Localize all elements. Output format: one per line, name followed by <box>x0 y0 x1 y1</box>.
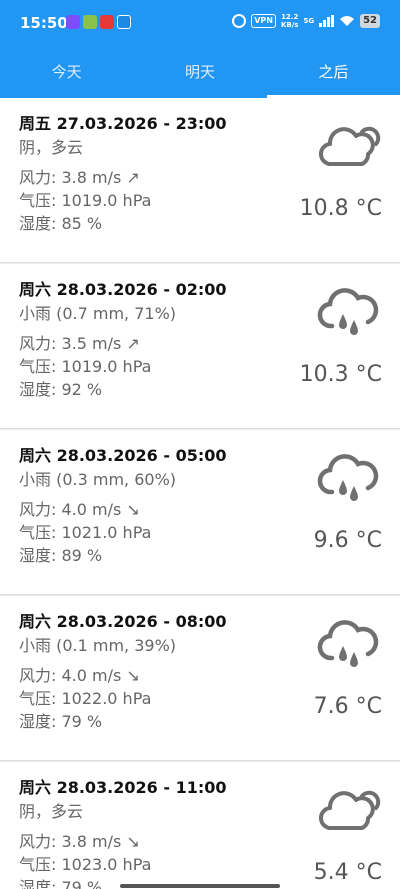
rain-cloud-icon <box>316 452 384 502</box>
cloud-icon <box>316 784 384 834</box>
forecast-humidity: 湿度: 79 % <box>19 878 103 889</box>
forecast-wind: 风力: 4.0 m/s ↘ <box>19 666 140 685</box>
forecast-item[interactable]: 周六 28.03.2026 - 08:00 小雨 (0.1 mm, 39%) 风… <box>0 596 400 761</box>
forecast-datetime: 周六 28.03.2026 - 02:00 <box>19 280 227 299</box>
wifi-icon <box>340 16 355 26</box>
forecast-list[interactable]: 周五 27.03.2026 - 23:00 阴，多云 风力: 3.8 m/s ↗… <box>0 98 400 889</box>
speed-unit: KB/s <box>280 21 299 29</box>
app-notification-icon <box>66 15 80 29</box>
home-indicator[interactable] <box>120 884 280 888</box>
tab-0[interactable]: 今天 <box>0 46 133 98</box>
forecast-temperature: 10.8 °C <box>299 196 382 221</box>
app-notification-icon <box>100 15 114 29</box>
forecast-temperature: 9.6 °C <box>313 528 382 553</box>
tab-1[interactable]: 明天 <box>133 46 266 98</box>
battery-icon: 52 <box>360 14 380 28</box>
forecast-condition: 小雨 (0.1 mm, 39%) <box>19 636 177 655</box>
app-notification-icon <box>117 15 131 29</box>
forecast-wind: 风力: 3.5 m/s ↗ <box>19 334 140 353</box>
forecast-condition: 小雨 (0.3 mm, 60%) <box>19 470 177 489</box>
notification-icons <box>66 15 131 29</box>
forecast-pressure: 气压: 1021.0 hPa <box>19 523 152 542</box>
forecast-temperature: 5.4 °C <box>313 860 382 885</box>
app-notification-icon <box>83 15 97 29</box>
forecast-datetime: 周六 28.03.2026 - 11:00 <box>19 778 227 797</box>
forecast-humidity: 湿度: 79 % <box>19 712 103 731</box>
forecast-wind: 风力: 4.0 m/s ↘ <box>19 500 140 519</box>
forecast-humidity: 湿度: 92 % <box>19 380 103 399</box>
tab-2[interactable]: 之后 <box>266 46 400 98</box>
forecast-item[interactable]: 周六 28.03.2026 - 11:00 阴，多云 风力: 3.8 m/s ↘… <box>0 762 400 889</box>
status-time: 15:50 <box>20 14 68 32</box>
forecast-pressure: 气压: 1023.0 hPa <box>19 855 152 874</box>
speed-value: 12.2 <box>281 13 299 21</box>
alarm-icon <box>232 14 247 28</box>
vpn-badge: VPN <box>251 14 276 28</box>
tab-bar: 今天 明天 之后 <box>0 46 400 98</box>
forecast-datetime: 周五 27.03.2026 - 23:00 <box>19 114 227 133</box>
rain-cloud-icon <box>316 286 384 336</box>
forecast-datetime: 周六 28.03.2026 - 05:00 <box>19 446 227 465</box>
forecast-pressure: 气压: 1019.0 hPa <box>19 357 152 376</box>
forecast-pressure: 气压: 1022.0 hPa <box>19 689 152 708</box>
network-type: 5G <box>303 17 315 25</box>
system-icons: VPN 12.2 KB/s 5G 52 <box>232 13 380 29</box>
forecast-condition: 阴，多云 <box>19 802 84 821</box>
signal-icon <box>319 15 335 27</box>
forecast-temperature: 10.3 °C <box>299 362 382 387</box>
status-bar: 15:50 VPN 12.2 KB/s 5G 52 <box>0 0 400 46</box>
forecast-pressure: 气压: 1019.0 hPa <box>19 191 152 210</box>
network-speed: 12.2 KB/s <box>281 13 298 29</box>
forecast-wind: 风力: 3.8 m/s ↘ <box>19 832 140 851</box>
forecast-humidity: 湿度: 85 % <box>19 214 103 233</box>
rain-cloud-icon <box>316 618 384 668</box>
cloud-icon <box>316 120 384 170</box>
forecast-wind: 风力: 3.8 m/s ↗ <box>19 168 140 187</box>
forecast-humidity: 湿度: 89 % <box>19 546 103 565</box>
forecast-item[interactable]: 周六 28.03.2026 - 05:00 小雨 (0.3 mm, 60%) 风… <box>0 430 400 595</box>
forecast-condition: 小雨 (0.7 mm, 71%) <box>19 304 177 323</box>
forecast-item[interactable]: 周六 28.03.2026 - 02:00 小雨 (0.7 mm, 71%) 风… <box>0 264 400 429</box>
forecast-datetime: 周六 28.03.2026 - 08:00 <box>19 612 227 631</box>
forecast-temperature: 7.6 °C <box>313 694 382 719</box>
forecast-item[interactable]: 周五 27.03.2026 - 23:00 阴，多云 风力: 3.8 m/s ↗… <box>0 98 400 263</box>
forecast-condition: 阴，多云 <box>19 138 84 157</box>
